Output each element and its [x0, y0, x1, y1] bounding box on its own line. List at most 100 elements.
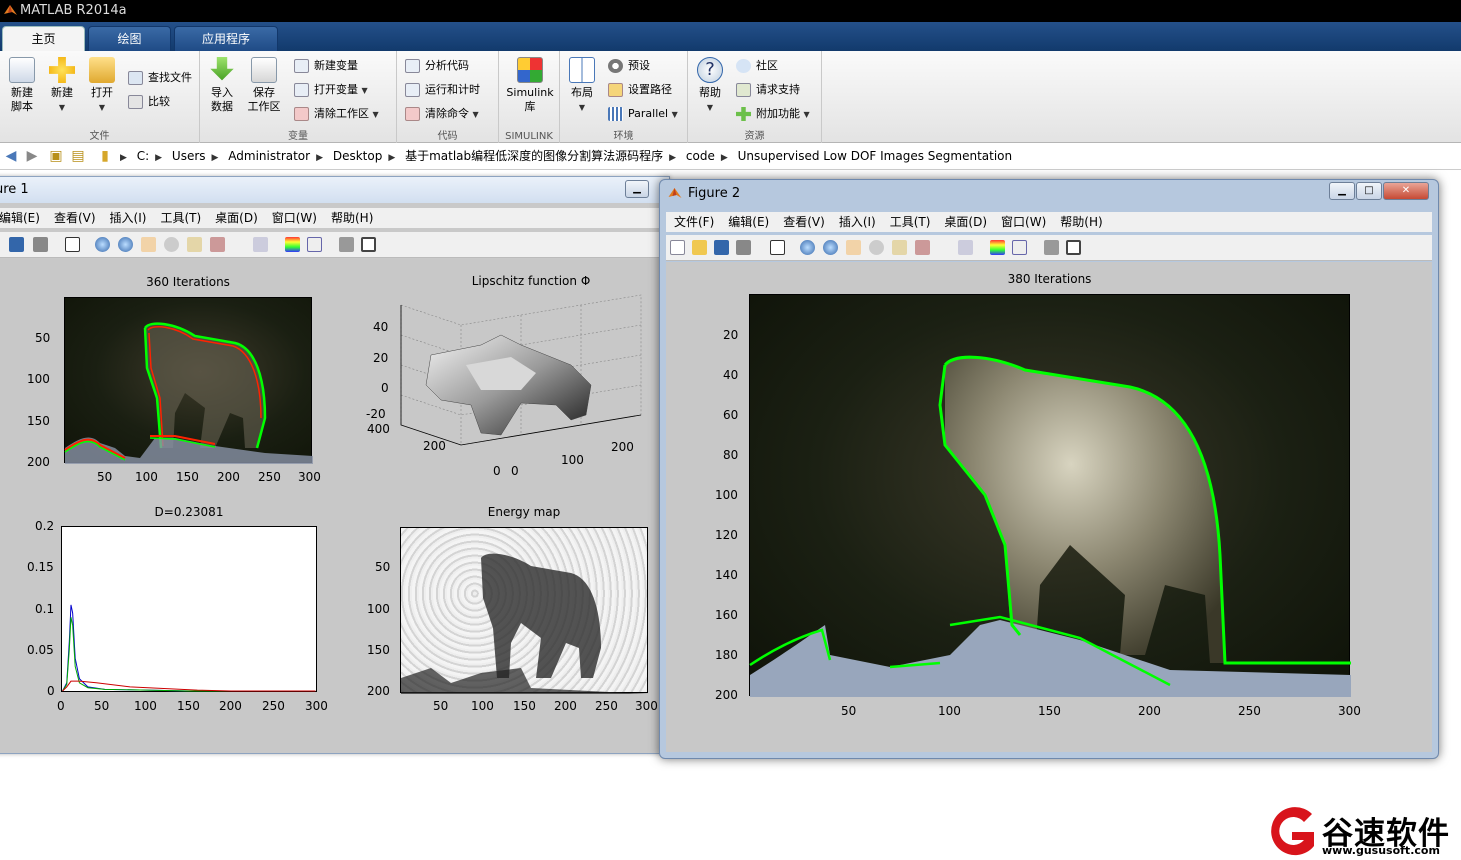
menu-item[interactable]: 工具(T) — [890, 215, 931, 229]
open-file-icon[interactable] — [692, 240, 707, 255]
x-tick-label: 0 — [511, 464, 519, 478]
wolf-image-contour-380[interactable] — [749, 294, 1351, 697]
analyze-code-button[interactable]: 分析代码 — [405, 57, 469, 75]
layout-icon — [569, 57, 595, 83]
y-tick-label: 200 — [715, 688, 738, 702]
menu-item[interactable]: 编辑(E) — [0, 211, 40, 225]
hide-plot-tools-icon[interactable] — [1044, 240, 1059, 255]
breadcrumb-item[interactable]: Administrator — [228, 149, 310, 163]
simulink-library-button[interactable]: Simulink 库 — [505, 57, 555, 114]
compare-button[interactable]: 比较 — [128, 93, 170, 111]
zoom-in-icon[interactable] — [800, 240, 815, 255]
menu-item[interactable]: 工具(T) — [160, 211, 201, 225]
show-plot-tools-icon[interactable] — [361, 237, 376, 252]
new-figure-icon[interactable] — [670, 240, 685, 255]
new-variable-button[interactable]: 新建变量 — [294, 57, 358, 75]
link-icon[interactable] — [958, 240, 973, 255]
legend-icon[interactable] — [307, 237, 322, 252]
menu-item[interactable]: 窗口(W) — [272, 211, 317, 225]
open-button[interactable]: 打开 ▼ — [84, 57, 120, 115]
save-icon[interactable] — [714, 240, 729, 255]
brush-icon[interactable] — [210, 237, 225, 252]
figure-2-window[interactable]: Figure 2 ▁ □ ✕ 文件(F) 编辑(E) 查看(V) 插入(I) 工具(T)… — [659, 179, 1439, 759]
wolf-image-contour-360[interactable] — [64, 297, 313, 464]
add-ons-button[interactable]: 附加功能 ▼ — [736, 105, 810, 123]
colorbar-icon[interactable] — [990, 240, 1005, 255]
breadcrumb-item[interactable]: Desktop — [333, 149, 383, 163]
energy-map-wolf — [401, 553, 649, 694]
tab-home[interactable]: 主页 — [2, 26, 85, 51]
breadcrumb-item[interactable]: Unsupervised Low DOF Images Segmentation — [738, 149, 1013, 163]
menu-item[interactable]: 帮助(H) — [1060, 215, 1102, 229]
save-icon[interactable] — [9, 237, 24, 252]
menu-item[interactable]: 桌面(D) — [944, 215, 987, 229]
matlab-logo-icon — [4, 5, 17, 15]
browse-folder-icon[interactable]: ▤ — [70, 148, 86, 164]
import-data-button[interactable]: 导入 数据 — [204, 57, 240, 114]
legend-icon[interactable] — [1012, 240, 1027, 255]
data-cursor-icon[interactable] — [892, 240, 907, 255]
zoom-out-icon[interactable] — [823, 240, 838, 255]
hide-plot-tools-icon[interactable] — [339, 237, 354, 252]
pointer-icon[interactable] — [65, 237, 80, 252]
breadcrumb-item[interactable]: Users — [172, 149, 206, 163]
new-button[interactable]: 新建 ▼ — [44, 57, 80, 115]
tab-apps[interactable]: 应用程序 — [174, 26, 278, 51]
x-tick-label: 50 — [94, 699, 110, 713]
menu-item[interactable]: 窗口(W) — [1001, 215, 1046, 229]
print-icon[interactable] — [736, 240, 751, 255]
layout-button[interactable]: 布局 ▼ — [564, 57, 600, 115]
menu-item[interactable]: 编辑(E) — [728, 215, 769, 229]
up-folder-icon[interactable]: ▣ — [48, 148, 64, 164]
maximize-button[interactable]: □ — [1356, 182, 1382, 200]
open-variable-button[interactable]: 打开变量 ▼ — [294, 81, 368, 99]
x-tick-label: 200 — [219, 699, 242, 713]
brush-icon[interactable] — [915, 240, 930, 255]
link-icon[interactable] — [253, 237, 268, 252]
x-tick-label: 150 — [176, 470, 199, 484]
menu-item[interactable]: 查看(V) — [783, 215, 825, 229]
figure-1-window[interactable]: ure 1 ▁ 编辑(E) 查看(V) 插入(I) 工具(T) 桌面(D) 窗口(W) 帮助… — [0, 176, 670, 754]
show-plot-tools-icon[interactable] — [1066, 240, 1081, 255]
request-support-button[interactable]: 请求支持 — [736, 81, 800, 99]
pan-icon[interactable] — [141, 237, 156, 252]
data-cursor-icon[interactable] — [187, 237, 202, 252]
rotate-icon[interactable] — [869, 240, 884, 255]
forward-arrow-icon[interactable]: ▶ — [24, 148, 40, 164]
print-icon[interactable] — [33, 237, 48, 252]
save-workspace-button[interactable]: 保存 工作区 — [246, 57, 282, 114]
back-arrow-icon[interactable]: ◀ — [3, 148, 19, 164]
menu-item[interactable]: 帮助(H) — [331, 211, 373, 225]
menu-item[interactable]: 桌面(D) — [215, 211, 258, 225]
breadcrumb-item[interactable]: code — [686, 149, 715, 163]
lipschitz-surface-plot[interactable] — [371, 294, 651, 465]
menu-item[interactable]: 插入(I) — [110, 211, 147, 225]
preferences-button[interactable]: 预设 — [608, 57, 650, 75]
pan-icon[interactable] — [846, 240, 861, 255]
breadcrumb-item[interactable]: 基于matlab编程低深度的图像分割算法源码程序 — [405, 149, 663, 163]
d-line-chart[interactable] — [61, 526, 317, 692]
close-button[interactable]: ✕ — [1383, 182, 1429, 200]
find-files-button[interactable]: 查找文件 — [128, 69, 192, 87]
run-and-time-button[interactable]: 运行和计时 — [405, 81, 480, 99]
minimize-button[interactable]: ▁ — [1329, 182, 1355, 200]
zoom-in-icon[interactable] — [95, 237, 110, 252]
clear-commands-button[interactable]: 清除命令 ▼ — [405, 105, 479, 123]
zoom-out-icon[interactable] — [118, 237, 133, 252]
rotate-icon[interactable] — [164, 237, 179, 252]
menu-item[interactable]: 文件(F) — [674, 215, 714, 229]
new-script-button[interactable]: 新建 脚本 — [4, 57, 40, 114]
energy-map-image[interactable] — [400, 527, 649, 694]
colorbar-icon[interactable] — [285, 237, 300, 252]
menu-item[interactable]: 查看(V) — [54, 211, 96, 225]
pointer-icon[interactable] — [770, 240, 785, 255]
parallel-button[interactable]: Parallel ▼ — [608, 105, 678, 123]
minimize-button[interactable]: ▁ — [625, 180, 649, 198]
tab-plots[interactable]: 绘图 — [88, 26, 171, 51]
help-button[interactable]: ? 帮助 ▼ — [692, 57, 728, 115]
set-path-button[interactable]: 设置路径 — [608, 81, 672, 99]
clear-workspace-button[interactable]: 清除工作区 ▼ — [294, 105, 379, 123]
breadcrumb-item[interactable]: C: — [137, 149, 149, 163]
community-button[interactable]: 社区 — [736, 57, 778, 75]
menu-item[interactable]: 插入(I) — [839, 215, 876, 229]
